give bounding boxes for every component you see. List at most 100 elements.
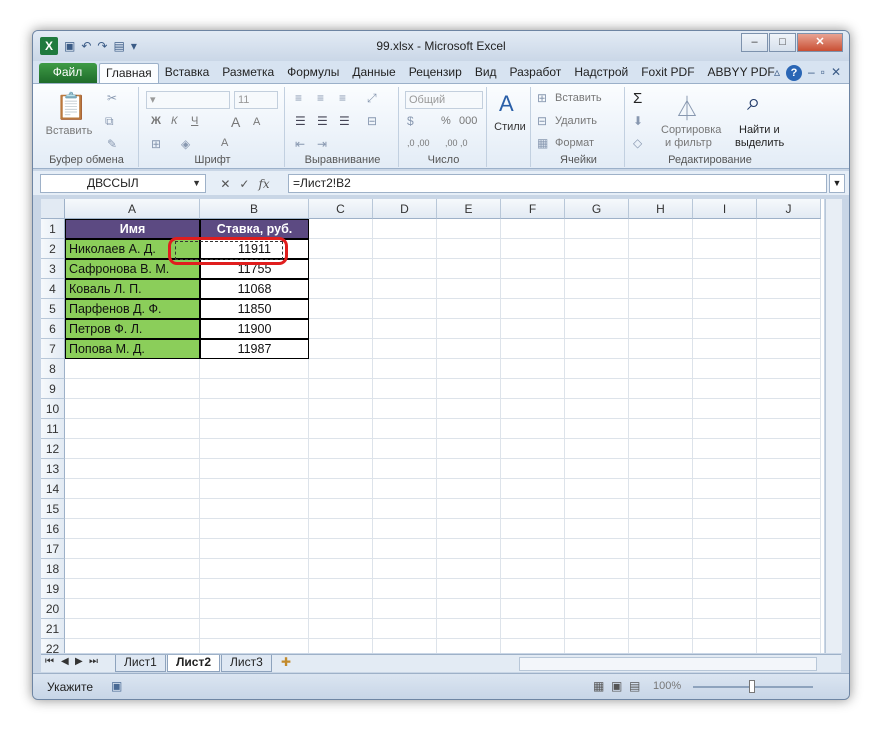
grid-cell[interactable] [200,519,309,539]
align-top-icon[interactable]: ≡ [295,91,302,105]
grid-cell[interactable] [693,619,757,639]
tab-page-layout[interactable]: Разметка [216,63,281,83]
grid-cell[interactable] [437,499,501,519]
grid-cell[interactable] [437,319,501,339]
select-all-corner[interactable] [41,199,65,219]
grid-cell[interactable] [200,639,309,653]
grid-cell[interactable] [437,359,501,379]
grid-cell[interactable] [501,639,565,653]
grid-cell[interactable] [693,559,757,579]
grid-cell[interactable] [629,439,693,459]
grid-cell[interactable] [65,519,200,539]
table-cell-name[interactable]: Парфенов Д. Ф. [65,299,200,319]
grid-cell[interactable] [309,379,373,399]
table-header-name[interactable]: Имя [65,219,200,239]
grid-cell[interactable] [629,339,693,359]
find-select-icon[interactable]: ⌕ [747,89,760,117]
grid-cell[interactable] [693,539,757,559]
grid-cell[interactable] [757,539,821,559]
grid-cell[interactable] [629,379,693,399]
grid-cell[interactable] [565,619,629,639]
grid-cell[interactable] [373,359,437,379]
grid-cell[interactable] [309,639,373,653]
expand-formula-bar-icon[interactable]: ▼ [829,174,845,193]
grid-cell[interactable] [200,499,309,519]
paste-icon[interactable]: 📋 [55,91,87,122]
grid-cell[interactable] [309,259,373,279]
align-bottom-icon[interactable]: ≡ [339,91,346,105]
grid-cell[interactable] [373,499,437,519]
grid-cell[interactable] [200,419,309,439]
grid-cell[interactable] [565,379,629,399]
grid-cell[interactable] [65,459,200,479]
grid-cell[interactable] [693,419,757,439]
horizontal-scrollbar[interactable] [519,657,817,671]
grid-cell[interactable] [757,319,821,339]
sheet-tab-1[interactable]: Лист1 [115,655,166,672]
sort-filter-label-1[interactable]: Сортировка [661,124,721,136]
decrease-indent-icon[interactable]: ⇤ [295,137,305,151]
row-header-8[interactable]: 8 [41,359,65,379]
grid-cell[interactable] [373,419,437,439]
increase-indent-icon[interactable]: ⇥ [317,137,327,151]
grid-cell[interactable] [373,559,437,579]
grid-cell[interactable] [373,479,437,499]
autosum-button[interactable]: Σ [633,90,642,107]
grid-cell[interactable] [373,459,437,479]
grid-cell[interactable] [373,279,437,299]
grid-cell[interactable] [565,459,629,479]
table-cell-name[interactable]: Коваль Л. П. [65,279,200,299]
grid-cell[interactable] [437,259,501,279]
grid-cell[interactable] [565,399,629,419]
minimize-button[interactable]: – [741,33,768,52]
grid-cell[interactable] [309,319,373,339]
grid-cell[interactable] [693,339,757,359]
grid-cell[interactable] [629,579,693,599]
grid-cell[interactable] [565,499,629,519]
enter-entry-button[interactable]: ✓ [239,177,249,191]
table-cell-rate[interactable]: 11987 [200,339,309,359]
align-center-icon[interactable]: ☰ [317,114,328,128]
grid-cell[interactable] [437,379,501,399]
table-cell-rate[interactable]: 11068 [200,279,309,299]
fill-icon[interactable]: ⬇ [633,114,643,128]
bold-button[interactable]: Ж [151,115,161,127]
grid-cell[interactable] [309,479,373,499]
grid-cell[interactable] [501,379,565,399]
cut-icon[interactable]: ✂ [107,91,117,105]
decrease-decimal-button[interactable]: ,00 ,0 [445,138,468,148]
insert-sheet-icon[interactable]: ✚ [281,655,291,669]
grid-cell[interactable] [65,539,200,559]
row-header-7[interactable]: 7 [41,339,65,359]
grid-cell[interactable] [437,459,501,479]
grid-cell[interactable] [757,259,821,279]
font-family-combo[interactable]: ▾ [146,91,230,109]
grid-cell[interactable] [309,459,373,479]
grid-cell[interactable] [373,619,437,639]
page-layout-view-icon[interactable]: ▣ [611,679,622,693]
grid-cell[interactable] [437,239,501,259]
grid-cell[interactable] [65,399,200,419]
grid-cell[interactable] [309,359,373,379]
grid-cell[interactable] [200,459,309,479]
grid-cell[interactable] [501,319,565,339]
tab-insert[interactable]: Вставка [159,63,217,83]
grid-cell[interactable] [200,619,309,639]
grid-cell[interactable] [693,259,757,279]
grid-cell[interactable] [501,439,565,459]
grid-cell[interactable] [693,639,757,653]
merge-center-icon[interactable]: ⊟ [367,114,377,128]
grid-cell[interactable] [65,599,200,619]
maximize-button[interactable]: □ [769,33,796,52]
sheet-nav-next-icon[interactable]: ▶ [75,656,83,667]
grid-cell[interactable] [565,239,629,259]
column-header-j[interactable]: J [757,199,821,219]
grid-cell[interactable] [629,399,693,419]
row-header-19[interactable]: 19 [41,579,65,599]
row-header-11[interactable]: 11 [41,419,65,439]
grid-cell[interactable] [65,379,200,399]
paste-button[interactable]: Вставить [44,125,94,137]
ribbon-minimize-icon[interactable]: ▵ [774,65,780,81]
grid-cell[interactable] [565,579,629,599]
tab-view[interactable]: Вид [469,63,504,83]
